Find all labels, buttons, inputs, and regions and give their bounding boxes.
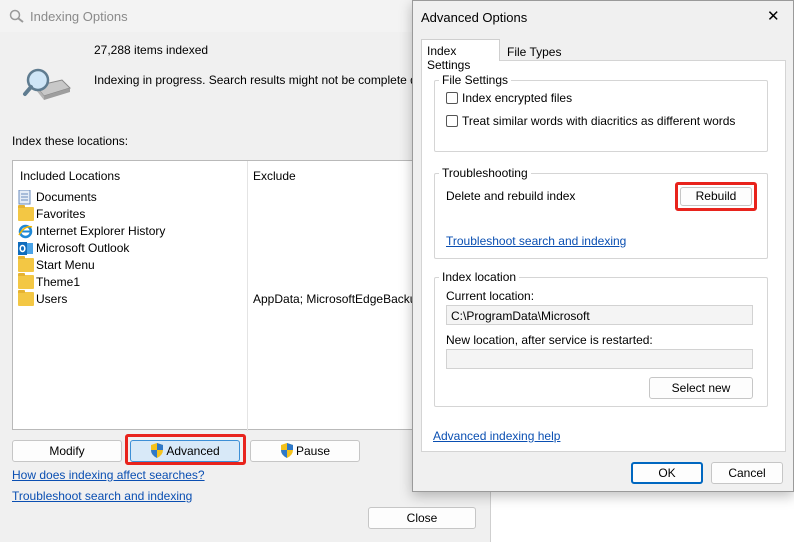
location-name: Internet Explorer History	[36, 224, 166, 238]
close-button[interactable]: Close	[368, 507, 476, 529]
location-name: Microsoft Outlook	[36, 241, 130, 255]
cancel-button[interactable]: Cancel	[711, 462, 783, 484]
internet-explorer-icon	[18, 224, 34, 239]
advanced-button[interactable]: Advanced	[130, 440, 240, 462]
index-encrypted-files-checkbox[interactable]	[446, 92, 458, 104]
pause-button[interactable]: Pause	[250, 440, 360, 462]
location-exclude-users: AppData; MicrosoftEdgeBackups;	[253, 292, 433, 306]
advanced-options-title: Advanced Options	[421, 10, 528, 25]
outlook-icon	[18, 241, 34, 255]
location-name: Users	[36, 292, 68, 306]
index-settings-panel: File Settings Index encrypted files Trea…	[421, 60, 786, 452]
location-name: Favorites	[36, 207, 86, 221]
tab-index-settings[interactable]: Index Settings	[421, 39, 500, 72]
select-new-button[interactable]: Select new	[649, 377, 753, 399]
magnifier-drive-icon	[22, 66, 72, 109]
troubleshooting-title: Troubleshooting	[439, 166, 531, 180]
items-indexed-count: 27,288 items indexed	[94, 43, 209, 57]
indexing-options-title: Indexing Options	[30, 9, 128, 24]
shield-icon	[150, 443, 164, 464]
advanced-options-dialog: Advanced Options ✕ Index Settings File T…	[412, 0, 794, 492]
current-location-label: Current location:	[446, 289, 535, 303]
ok-button[interactable]: OK	[631, 462, 703, 484]
location-name: Start Menu	[36, 258, 95, 272]
folder-icon	[18, 256, 34, 272]
index-locations-label: Index these locations:	[12, 134, 129, 148]
column-separator	[247, 161, 248, 431]
treat-diacritics-label[interactable]: Treat similar words with diacritics as d…	[462, 114, 735, 128]
ok-button-label: OK	[658, 466, 676, 480]
rebuild-button[interactable]: Rebuild	[680, 187, 752, 206]
documents-icon	[18, 189, 34, 205]
current-location-field: C:\ProgramData\Microsoft	[446, 305, 753, 325]
rebuild-button-label: Rebuild	[695, 189, 737, 203]
new-location-field	[446, 349, 753, 369]
shield-icon	[280, 443, 294, 464]
file-settings-title: File Settings	[439, 73, 512, 87]
delete-rebuild-index-label: Delete and rebuild index	[446, 189, 576, 203]
treat-diacritics-checkbox[interactable]	[446, 115, 458, 127]
included-locations-header[interactable]: Included Locations	[20, 169, 120, 183]
current-location-value: C:\ProgramData\Microsoft	[451, 309, 590, 323]
folder-icon	[18, 273, 34, 289]
cancel-button-label: Cancel	[728, 466, 766, 480]
modify-button[interactable]: Modify	[12, 440, 122, 462]
tab-file-types[interactable]: File Types	[500, 42, 562, 61]
exclude-header[interactable]: Exclude	[253, 169, 296, 183]
modify-button-label: Modify	[49, 444, 85, 458]
troubleshoot-search-link[interactable]: Troubleshoot search and indexing	[12, 489, 192, 503]
index-location-title: Index location	[439, 270, 520, 284]
close-icon[interactable]: ✕	[767, 7, 780, 25]
folder-icon	[18, 290, 34, 306]
folder-icon	[18, 205, 34, 221]
tab-index-settings-label: Index Settings	[427, 44, 471, 72]
index-encrypted-files-label[interactable]: Index encrypted files	[462, 91, 572, 105]
close-button-label: Close	[406, 511, 438, 525]
select-new-button-label: Select new	[671, 381, 731, 395]
tab-file-types-label: File Types	[507, 45, 562, 59]
new-location-label: New location, after service is restarted…	[446, 333, 653, 347]
location-name: Documents	[36, 190, 97, 204]
location-name: Theme1	[36, 275, 81, 289]
advanced-button-label: Advanced	[166, 444, 220, 458]
indexing-status-message: Indexing in progress. Search results mig…	[94, 73, 444, 87]
indexing-options-window-icon	[9, 9, 25, 26]
troubleshoot-search-indexing-link[interactable]: Troubleshoot search and indexing	[446, 234, 626, 248]
how-indexing-affects-searches-link[interactable]: How does indexing affect searches?	[12, 468, 205, 482]
pause-button-label: Pause	[295, 444, 331, 458]
advanced-indexing-help-link[interactable]: Advanced indexing help	[433, 429, 560, 443]
